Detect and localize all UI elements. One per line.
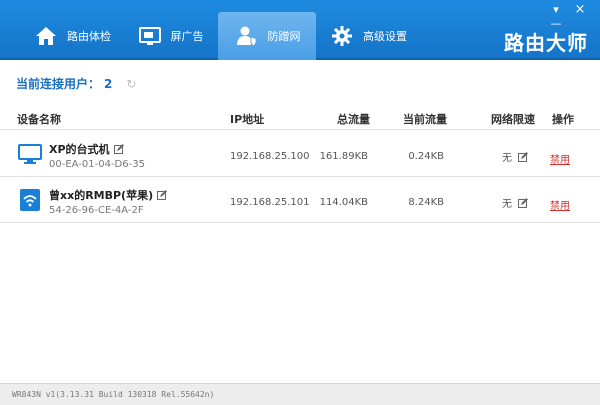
tab-anti-freeloading[interactable]: 防蹭网 (218, 12, 316, 60)
connected-users-count: 2 (104, 76, 113, 91)
device-ip: 192.168.25.100 (230, 151, 310, 162)
device-current-traffic: 8.24KB (408, 197, 444, 208)
device-name: 曾xx的RMBP(苹果) (49, 187, 168, 203)
desktop-icon (18, 144, 42, 164)
disable-device-link[interactable]: 禁用 (550, 151, 570, 166)
tab-router-checkup[interactable]: 路由体检 (18, 12, 126, 60)
speed-limit-value: 无 (502, 153, 512, 164)
tab-label: 路由体检 (67, 30, 111, 43)
device-current-traffic: 0.24KB (408, 151, 444, 162)
header-action: 操作 (552, 113, 574, 126)
device-speed-limit: 无 (502, 195, 528, 210)
user-shield-icon (234, 23, 260, 49)
edit-icon[interactable] (157, 190, 168, 200)
device-total-traffic: 161.89KB (319, 151, 368, 162)
table-row: 曾xx的RMBP(苹果) 54-26-96-CE-4A-2F 192.168.2… (0, 178, 600, 223)
tab-label: 高级设置 (363, 30, 407, 43)
connected-users-label: 当前连接用户： (16, 77, 101, 91)
device-mac: 00-EA-01-04-D6-35 (49, 159, 145, 170)
gear-icon (329, 23, 355, 49)
monitor-icon (137, 23, 163, 49)
refresh-icon[interactable]: ↻ (126, 77, 136, 91)
device-name-text: 曾xx的RMBP(苹果) (49, 189, 154, 202)
tab-label: 屏广告 (170, 30, 204, 43)
tab-advanced-settings[interactable]: 高级设置 (318, 12, 418, 60)
brand-logo: 路由大师 (504, 31, 588, 55)
wifi-device-icon (20, 189, 40, 211)
table-row: XP的台式机 00-EA-01-04-D6-35 192.168.25.100 … (0, 132, 600, 177)
close-button[interactable]: × (570, 3, 590, 17)
header-current-traffic: 当前流量 (403, 113, 447, 126)
tab-label: 防蹭网 (267, 30, 301, 43)
header-speed-limit: 网络限速 (491, 113, 535, 126)
header-total-traffic: 总流量 (337, 113, 370, 126)
title-bar: 路由体检 屏广告 防蹭网 高级设置 ▾ — × 路由大师 (0, 0, 600, 60)
device-name-text: XP的台式机 (49, 143, 110, 156)
device-total-traffic: 114.04KB (319, 197, 368, 208)
edit-icon[interactable] (518, 151, 528, 162)
connected-users-summary: 当前连接用户： 2 ↻ (16, 75, 136, 92)
minimize-button[interactable]: ▾ — (546, 3, 566, 30)
house-icon (33, 23, 59, 49)
edit-icon[interactable] (113, 144, 124, 154)
edit-icon[interactable] (518, 197, 528, 208)
header-ip: IP地址 (230, 113, 265, 126)
disable-device-link[interactable]: 禁用 (550, 197, 570, 212)
device-name: XP的台式机 (49, 141, 124, 157)
device-ip: 192.168.25.101 (230, 197, 310, 208)
tab-block-ads[interactable]: 屏广告 (120, 12, 220, 60)
device-mac: 54-26-96-CE-4A-2F (49, 205, 144, 216)
header-device-name: 设备名称 (17, 113, 61, 126)
device-table-header: 设备名称 IP地址 总流量 当前流量 网络限速 操作 (0, 104, 600, 130)
device-speed-limit: 无 (502, 149, 528, 164)
firmware-version-footer: WR843N v1(3.13.31 Build 130318 Rel.55642… (0, 383, 600, 405)
speed-limit-value: 无 (502, 199, 512, 210)
